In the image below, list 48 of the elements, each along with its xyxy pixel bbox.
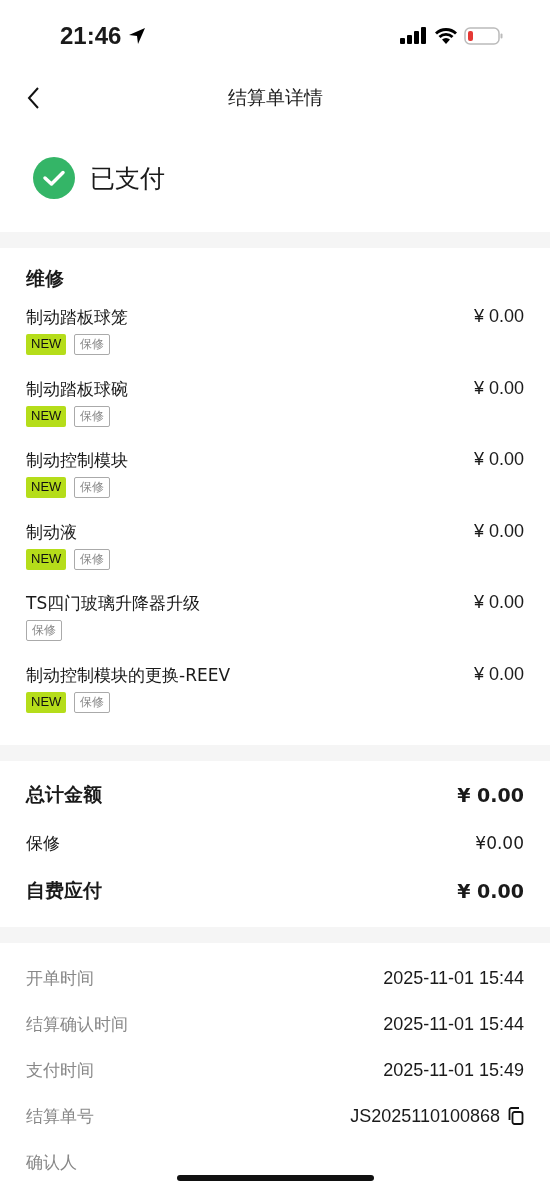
signal-icon [400,27,428,45]
page-title: 结算单详情 [227,85,323,110]
item-name: 制动控制模块 [26,449,128,472]
warranty-tag: 保修 [26,620,62,641]
item-name: 制动踏板球碗 [26,377,128,401]
info-label: 支付时间 [26,1058,95,1082]
payment-status: 已支付 [90,162,165,195]
warranty-tag: 保修 [74,334,111,355]
item-name: 制动控制模块的更换-REEV [26,663,231,687]
info-label: 结算单号 [26,1104,95,1128]
warranty-tag: 保修 [74,405,111,427]
total-label: 总计金额 [26,782,102,807]
info-value: JS2025110100868 [350,1105,500,1127]
item-price: ¥ 0.00 [473,520,524,543]
location-arrow-icon [127,26,148,46]
wifi-icon [434,27,458,45]
warranty-tag: 保修 [74,548,111,570]
info-label: 开单时间 [26,966,95,990]
section-heading: 维修 [26,266,65,291]
item-price: ¥ 0.00 [473,449,524,471]
total-label: 保修 [26,831,60,855]
total-value: ¥0.00 [475,833,524,853]
item-price: ¥ 0.00 [473,377,524,400]
item-name: TS四门玻璃升降器升级 [26,592,201,615]
new-tag: NEW [26,405,67,427]
total-value: ¥ 0.00 [457,784,524,806]
item-name: 制动踏板球笼 [26,306,128,329]
item-price: ¥ 0.00 [473,663,524,686]
total-label: 自费应付 [26,878,102,903]
total-value: ¥ 0.00 [457,880,524,902]
copy-icon[interactable] [508,1107,524,1125]
info-label: 确认人 [26,1150,78,1174]
item-name: 制动液 [26,520,77,544]
info-label: 结算确认时间 [26,1012,129,1036]
item-price: ¥ 0.00 [473,592,524,614]
info-value: 2025-11-01 15:44 [383,1013,524,1035]
info-value: 2025-11-01 15:49 [383,1059,524,1081]
warranty-tag: 保修 [74,691,111,713]
check-circle-icon [32,156,76,200]
new-tag: NEW [26,691,67,713]
warranty-tag: 保修 [74,477,111,498]
status-time: 21:46 [60,22,122,50]
item-price: ¥ 0.00 [473,306,524,328]
info-value: 2025-11-01 15:44 [383,967,524,989]
new-tag: NEW [26,548,67,570]
battery-icon [464,26,504,46]
new-tag: NEW [26,477,67,498]
new-tag: NEW [26,334,67,355]
